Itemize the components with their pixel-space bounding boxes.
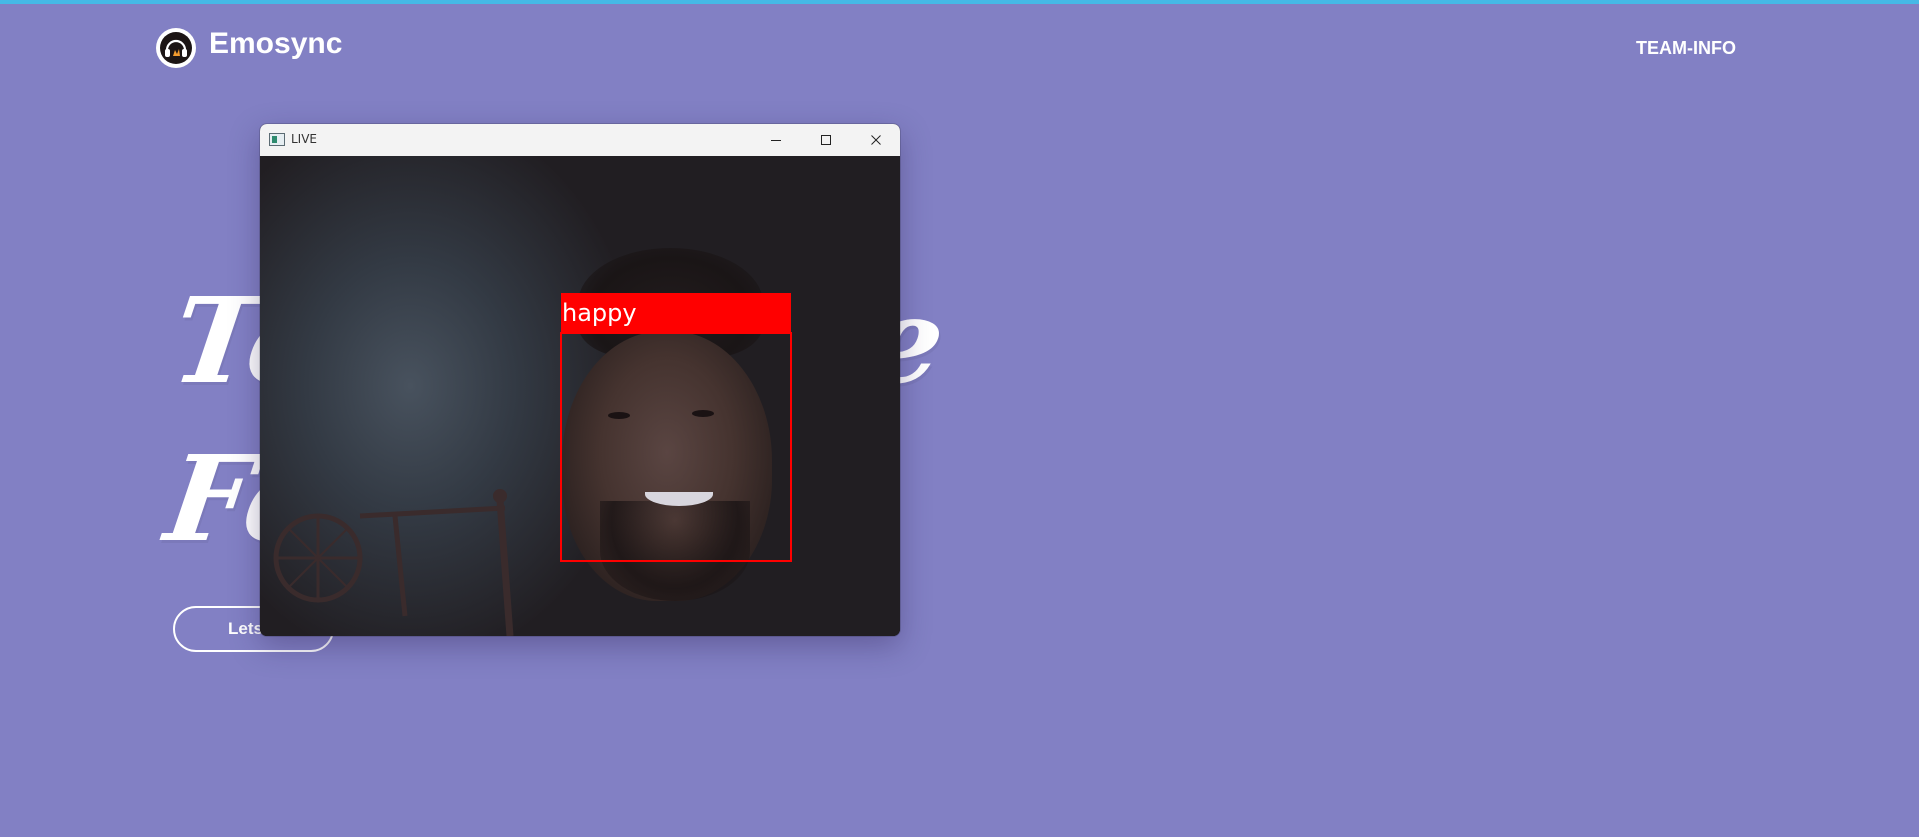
headphones-logo-icon[interactable] [156,28,196,68]
face-detection-box [560,332,792,562]
camera-feed: happy [260,156,900,636]
maximize-icon [821,135,831,145]
maximize-button[interactable] [802,124,850,156]
brand-name[interactable]: Emosync [209,27,342,61]
live-camera-window[interactable]: LIVE happy [260,124,900,636]
emotion-label: happy [561,293,791,333]
bed-frame-image [273,489,514,636]
close-button[interactable] [852,124,900,156]
minimize-icon [771,140,781,141]
window-title: LIVE [291,132,318,146]
window-app-icon [269,133,285,146]
top-accent-strip [0,0,1919,4]
nav-team-info-link[interactable]: TEAM-INFO [1636,38,1736,59]
close-icon [871,135,881,145]
window-titlebar[interactable]: LIVE [260,124,900,156]
minimize-button[interactable] [752,124,800,156]
